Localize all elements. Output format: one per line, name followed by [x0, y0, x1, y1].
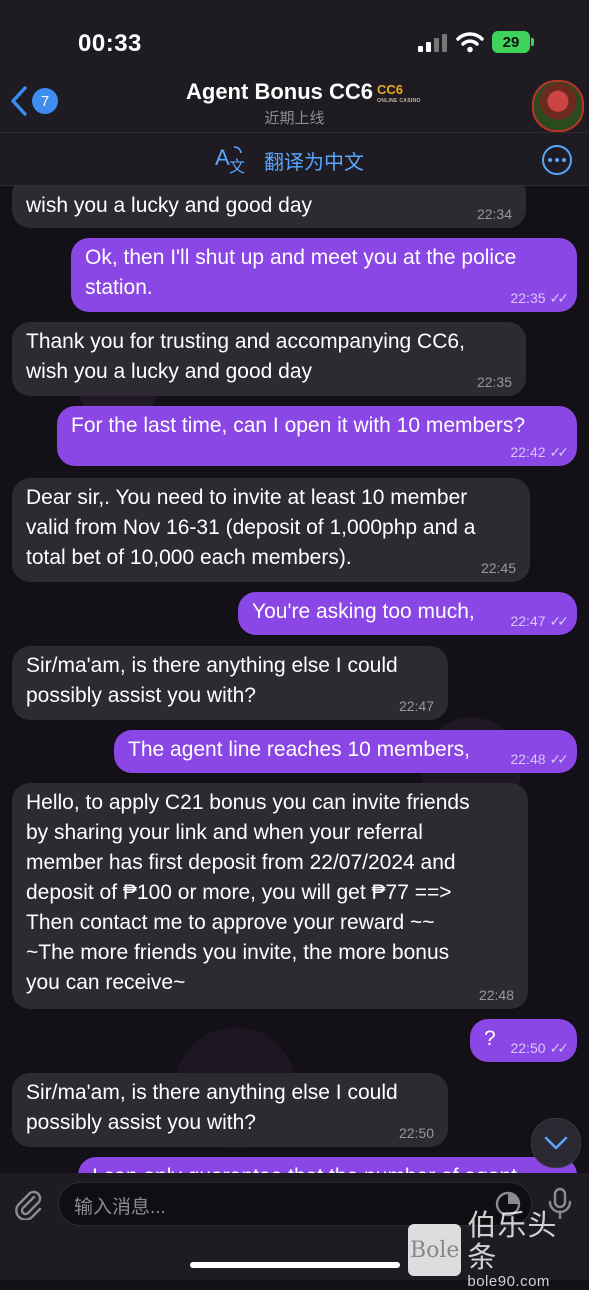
message-time: 22:34	[476, 206, 512, 222]
signal-icon	[418, 34, 448, 52]
battery-level: 29	[502, 33, 520, 51]
read-check-icon: ✓✓	[549, 613, 570, 629]
message-incoming[interactable]: Thank you for trusting and accompanying …	[12, 322, 526, 396]
message-time: 22:47 ✓✓	[510, 613, 570, 629]
message-time: 22:48 ✓✓	[510, 751, 570, 767]
scroll-down-button[interactable]	[531, 1118, 581, 1168]
message-text: Ok, then I'll shut up and meet you at th…	[85, 246, 517, 299]
message-incoming[interactable]: Dear sir,. You need to invite at least 1…	[12, 478, 530, 582]
read-check-icon: ✓✓	[549, 444, 570, 460]
svg-text:A: A	[215, 145, 230, 170]
svg-text:文: 文	[229, 157, 245, 175]
message-text: wish you a lucky and good day	[26, 194, 313, 217]
message-outgoing[interactable]: The agent line reaches 10 members, 22:48…	[114, 730, 577, 773]
watermark-text: 伯乐头条 bole90.com	[467, 1210, 558, 1290]
wifi-icon	[456, 32, 484, 53]
message-outgoing[interactable]: You're asking too much, 22:47 ✓✓	[238, 592, 577, 635]
watermark-logo: Bole	[408, 1224, 462, 1276]
avatar[interactable]	[532, 80, 584, 132]
translate-icon[interactable]: A 文	[214, 143, 248, 175]
message-time: 22:35 ✓✓	[510, 290, 570, 306]
message-text: Sir/ma'am, is there anything else I coul…	[26, 654, 398, 707]
message-time: 22:48	[478, 987, 514, 1003]
attach-icon[interactable]	[12, 1188, 44, 1220]
cc6-logo: CC6 ONLINE CASINO	[377, 82, 421, 104]
message-time: 22:45	[480, 560, 516, 576]
translate-button[interactable]: 翻译为中文	[264, 146, 364, 175]
read-check-icon: ✓✓	[549, 290, 570, 306]
message-text: Hello, to apply C21 bonus you can invite…	[26, 791, 470, 994]
status-time: 00:33	[78, 30, 142, 57]
message-text: Sir/ma'am, is there anything else I coul…	[26, 1081, 398, 1134]
scroll-down-icon	[544, 1136, 568, 1150]
message-text: Dear sir,. You need to invite at least 1…	[26, 486, 476, 569]
message-time: 22:50	[398, 1125, 434, 1141]
message-time: 22:50 ✓✓	[510, 1040, 570, 1056]
message-incoming[interactable]: Sir/ma'am, is there anything else I coul…	[12, 646, 448, 720]
message-incoming[interactable]: Sir/ma'am, is there anything else I coul…	[12, 1073, 448, 1147]
battery-tip	[531, 38, 534, 46]
read-check-icon: ✓✓	[549, 1040, 570, 1056]
message-time: 22:47	[398, 698, 434, 714]
battery-icon: 29	[492, 31, 530, 53]
message-incoming[interactable]: Hello, to apply C21 bonus you can invite…	[12, 783, 528, 1009]
more-icon[interactable]	[542, 145, 572, 175]
message-text: For the last time, can I open it with 10…	[71, 414, 526, 437]
bole-watermark: Bole 伯乐头条 bole90.com	[408, 1210, 586, 1290]
last-seen-status: 近期上线	[264, 110, 325, 127]
message-outgoing[interactable]: Ok, then I'll shut up and meet you at th…	[71, 238, 577, 312]
home-indicator	[190, 1262, 400, 1268]
message-time: 22:35	[476, 374, 512, 390]
message-input-placeholder: 输入消息...	[74, 1197, 166, 1218]
message-outgoing[interactable]: ? 22:50 ✓✓	[470, 1019, 577, 1062]
chat-title[interactable]: Agent Bonus CC6	[186, 79, 373, 105]
message-outgoing[interactable]: For the last time, can I open it with 10…	[57, 406, 577, 466]
message-time: 22:42 ✓✓	[510, 444, 570, 460]
read-check-icon: ✓✓	[549, 751, 570, 767]
message-text: The agent line reaches 10 members,	[128, 738, 471, 761]
message-text: Thank you for trusting and accompanying …	[26, 330, 465, 383]
